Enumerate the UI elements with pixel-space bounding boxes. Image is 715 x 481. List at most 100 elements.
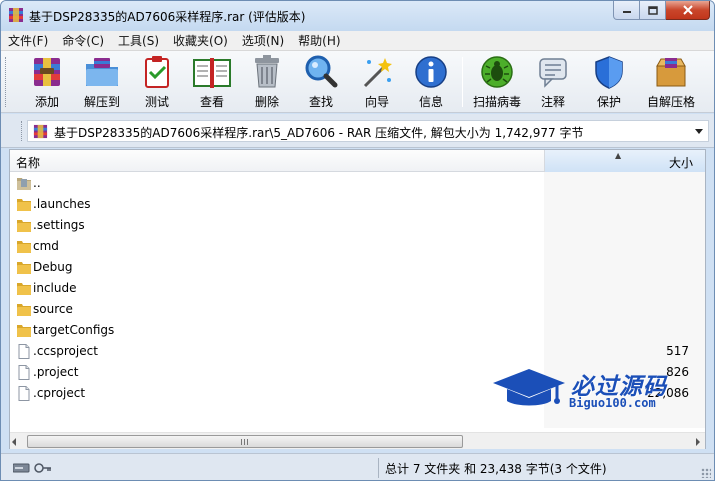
watermark: 必过源码 Biguo100.com xyxy=(491,367,691,413)
file-name: .ccsproject xyxy=(33,344,98,358)
sfx-button[interactable]: 自解压格 xyxy=(641,54,701,110)
comment-icon xyxy=(539,58,567,88)
bug-scan-icon xyxy=(481,56,513,88)
sfx-label: 自解压格 xyxy=(646,95,695,109)
add-button[interactable]: 添加 xyxy=(27,54,67,110)
maximize-icon xyxy=(647,5,658,15)
file-name: Debug xyxy=(33,260,73,274)
status-bar: 总计 7 文件夹 和 23,438 字节(3 个文件) xyxy=(1,453,714,480)
scroll-right-icon[interactable] xyxy=(696,438,700,446)
graduation-cap-logo xyxy=(493,369,565,406)
file-name: cmd xyxy=(33,239,59,253)
view-label: 查看 xyxy=(199,95,224,109)
table-row[interactable]: source xyxy=(10,299,705,320)
close-icon xyxy=(682,5,693,15)
menu-options[interactable]: 选项(N) xyxy=(235,31,291,50)
address-bar: 基于DSP28335的AD7606采样程序.rar\5_AD7606 - RAR… xyxy=(1,114,714,148)
scroll-left-icon[interactable] xyxy=(12,438,16,446)
wizard-label: 向导 xyxy=(364,95,389,109)
table-row[interactable]: .settings xyxy=(10,215,705,236)
file-icon xyxy=(16,386,32,401)
minimize-icon xyxy=(622,11,631,13)
list-header: 名称 ▲ 大小 xyxy=(10,150,705,172)
folder-icon xyxy=(16,260,32,275)
toolbar-grip[interactable] xyxy=(5,57,8,107)
table-row[interactable]: include xyxy=(10,278,705,299)
extract-to-button[interactable]: 解压到 xyxy=(79,54,125,110)
column-header-size[interactable]: ▲ 大小 xyxy=(544,150,705,172)
menu-help[interactable]: 帮助(H) xyxy=(291,31,347,50)
find-button[interactable]: 查找 xyxy=(301,54,341,110)
comment-button[interactable]: 注释 xyxy=(533,54,573,110)
comment-label: 注释 xyxy=(540,95,565,109)
add-label: 添加 xyxy=(34,95,59,109)
extract-to-label: 解压到 xyxy=(83,95,120,109)
test-clipboard-icon xyxy=(145,56,169,88)
path-combo[interactable]: 基于DSP28335的AD7606采样程序.rar\5_AD7606 - RAR… xyxy=(27,120,709,142)
status-summary: 总计 7 文件夹 和 23,438 字节(3 个文件) xyxy=(385,462,607,476)
column-header-name[interactable]: 名称 xyxy=(16,154,40,171)
protect-button[interactable]: 保护 xyxy=(589,54,629,110)
file-name: targetConfigs xyxy=(33,323,115,337)
menu-file[interactable]: 文件(F) xyxy=(1,31,55,50)
menu-tools[interactable]: 工具(S) xyxy=(111,31,166,50)
find-label: 查找 xyxy=(308,95,333,109)
folder-icon xyxy=(16,323,32,338)
add-archive-icon xyxy=(34,58,60,86)
title-bar[interactable]: 基于DSP28335的AD7606采样程序.rar (评估版本) xyxy=(1,1,714,31)
magnifier-icon xyxy=(305,55,338,88)
table-row[interactable]: targetConfigs xyxy=(10,320,705,341)
watermark-url: Biguo100.com xyxy=(569,396,656,410)
table-row[interactable]: .launches xyxy=(10,194,705,215)
rar-archive-icon xyxy=(33,124,48,139)
table-row[interactable]: Debug xyxy=(10,257,705,278)
resize-grip[interactable] xyxy=(701,468,711,478)
file-name: .. xyxy=(33,176,41,190)
folder-icon xyxy=(16,281,32,296)
extract-folder-icon xyxy=(86,58,118,86)
window-title: 基于DSP28335的AD7606采样程序.rar (评估版本) xyxy=(29,10,306,24)
table-row[interactable]: .ccsproject 517 xyxy=(10,341,705,362)
magic-wand-icon xyxy=(363,58,392,88)
parent-folder-icon xyxy=(16,176,32,191)
winrar-window: 基于DSP28335的AD7606采样程序.rar (评估版本) 文件(F) 命… xyxy=(0,0,715,481)
view-button[interactable]: 查看 xyxy=(189,54,235,110)
delete-label: 删除 xyxy=(254,95,279,109)
menu-bar: 文件(F) 命令(C) 工具(S) 收藏夹(O) 选项(N) 帮助(H) xyxy=(1,31,714,51)
drive-key-icon[interactable] xyxy=(13,462,53,474)
horizontal-scrollbar[interactable] xyxy=(10,432,705,449)
toolbar: 添加 解压到 测试 查看 删除 查找 向导 信息 扫描病毒 注释 保护 自解压格 xyxy=(1,51,714,113)
view-book-icon xyxy=(193,58,231,88)
folder-icon xyxy=(16,302,32,317)
info-label: 信息 xyxy=(418,95,443,109)
wizard-button[interactable]: 向导 xyxy=(357,54,397,110)
sfx-box-icon xyxy=(656,58,686,87)
winrar-app-icon[interactable] xyxy=(8,7,24,23)
test-button[interactable]: 测试 xyxy=(137,54,177,110)
test-label: 测试 xyxy=(144,95,169,109)
file-name: .launches xyxy=(33,197,91,211)
shield-icon xyxy=(595,56,623,89)
info-button[interactable]: 信息 xyxy=(411,54,451,110)
file-size: 517 xyxy=(666,344,689,358)
virus-scan-button[interactable]: 扫描病毒 xyxy=(471,54,523,110)
menu-favorites[interactable]: 收藏夹(O) xyxy=(166,31,235,50)
table-row[interactable]: cmd xyxy=(10,236,705,257)
delete-button[interactable]: 删除 xyxy=(247,54,287,110)
dropdown-arrow-icon[interactable] xyxy=(695,129,703,134)
size-header-label: 大小 xyxy=(668,156,693,170)
protect-label: 保护 xyxy=(596,95,621,109)
close-button[interactable] xyxy=(666,1,710,20)
file-name: source xyxy=(33,302,73,316)
scroll-thumb[interactable] xyxy=(27,435,463,448)
file-name: .cproject xyxy=(33,386,86,400)
trash-can-icon xyxy=(255,55,279,88)
file-icon xyxy=(16,365,32,380)
table-row[interactable]: .. xyxy=(10,173,705,194)
maximize-button[interactable] xyxy=(640,1,666,20)
menu-commands[interactable]: 命令(C) xyxy=(55,31,111,50)
minimize-button[interactable] xyxy=(613,1,640,20)
address-grip[interactable] xyxy=(21,121,23,141)
sort-ascending-icon: ▲ xyxy=(615,151,622,160)
archive-path-text: 基于DSP28335的AD7606采样程序.rar\5_AD7606 - RAR… xyxy=(54,126,584,140)
